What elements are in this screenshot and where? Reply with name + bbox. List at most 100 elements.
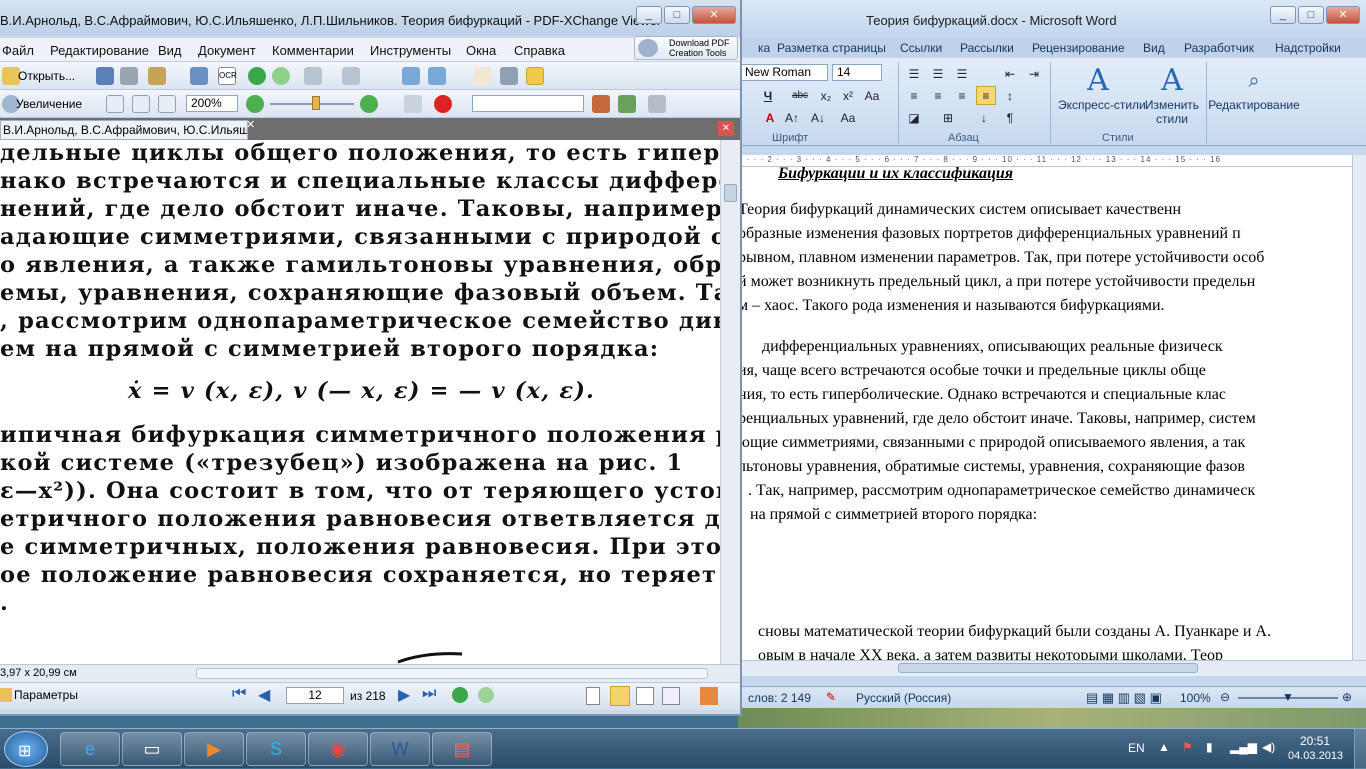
save-icon[interactable] [96,67,114,85]
snapshot-icon[interactable] [402,67,420,85]
sort-icon[interactable]: ↓ [974,108,994,127]
spell-check-icon[interactable] [434,95,452,113]
language-status[interactable]: Русский (Россия) [856,691,951,705]
start-button[interactable]: ⊞ [4,731,48,767]
grow-font-icon[interactable]: A↑ [782,108,802,127]
font-color-icon[interactable]: A [760,108,780,127]
menu-view[interactable]: Вид [158,43,182,58]
zoom-out-icon[interactable]: ⊖ [1220,690,1230,704]
numbering-icon[interactable]: ☰ [928,64,948,83]
chrome-icon[interactable]: ◉ [308,732,368,766]
view-buttons-icon[interactable]: ▤ ▦ ▥ ▧ ▣ [1086,690,1162,706]
continuous-facing-icon[interactable] [662,687,680,705]
word-document-area[interactable]: Бифуркации и их классификация Теория биф… [738,167,1352,660]
forward-icon[interactable] [272,67,290,85]
justify-icon[interactable]: ≡ [976,86,996,105]
fit-width-icon[interactable] [158,95,176,113]
align-left-icon[interactable]: ≡ [904,86,924,105]
menu-file[interactable]: Файл [2,43,34,58]
zoom-slider-thumb[interactable] [312,96,320,110]
shading-icon[interactable]: ◪ [904,108,924,127]
nav-forward-icon[interactable] [478,687,494,703]
word-vertical-scrollbar[interactable] [1352,155,1366,660]
tab-insert[interactable]: ка [758,41,770,55]
font-size-box[interactable]: 14 [832,64,882,81]
strikethrough-button[interactable]: abc [790,86,810,105]
change-case-icon[interactable]: Aa [862,86,882,105]
language-indicator[interactable]: EN [1128,741,1145,755]
subscript-button[interactable]: x₂ [816,86,836,105]
word-horizontal-scrollbar[interactable] [738,660,1366,676]
download-pdf-tools-button[interactable]: Download PDF Creation Tools [634,36,738,60]
word-taskbar-icon[interactable]: W [370,732,430,766]
menu-windows[interactable]: Окна [466,43,496,58]
underline-button[interactable]: Ч [758,86,778,105]
redo-icon[interactable] [342,67,360,85]
export-icon[interactable] [428,67,446,85]
search-input[interactable] [472,95,584,112]
font-name-box[interactable]: New Roman [740,64,828,81]
borders-icon[interactable]: ⊞ [938,108,958,127]
bullets-icon[interactable]: ☰ [904,64,924,83]
menu-help[interactable]: Справка [514,43,565,58]
pdf-hscroll-thumb[interactable] [196,668,708,679]
zoom-level[interactable]: 100% [1180,691,1211,705]
first-page-icon[interactable]: ⏮ [232,685,246,703]
media-player-icon[interactable]: ▶ [184,732,244,766]
properties-icon[interactable] [190,67,208,85]
volume-icon[interactable]: ◀) [1262,740,1275,754]
action-center-icon[interactable]: ⚑ [1182,740,1193,754]
back-icon[interactable] [248,67,266,85]
multilevel-list-icon[interactable]: ☰ [952,64,972,83]
tab-view[interactable]: Вид [1143,41,1165,55]
single-page-icon[interactable] [586,687,600,705]
select-text-icon[interactable] [526,67,544,85]
menu-tools[interactable]: Инструменты [370,43,451,58]
menu-comments[interactable]: Комментарии [272,43,354,58]
pdf-vertical-scrollbar[interactable] [720,140,740,664]
facing-pages-icon[interactable] [636,687,654,705]
hand-tool-icon[interactable] [474,67,492,85]
layout-tools-icon[interactable] [700,687,718,705]
tab-addins[interactable]: Надстройки [1275,41,1341,55]
next-page-icon[interactable]: ▶ [398,685,410,705]
tab-mailings[interactable]: Рассылки [960,41,1014,55]
find-icon[interactable] [404,95,422,113]
align-right-icon[interactable]: ≡ [952,86,972,105]
zoom-in-icon[interactable]: ⊕ [1342,690,1352,704]
doc-tab-close-icon[interactable]: ✕ [246,118,255,131]
increase-indent-icon[interactable]: ⇥ [1024,64,1044,83]
file-explorer-icon[interactable]: ▭ [122,732,182,766]
doc-tab-active[interactable]: В.И.Арнольд, В.С.Афраймович, Ю.С.Ильяш..… [0,120,248,140]
options-label[interactable]: Параметры [14,688,78,702]
zoom-value-box[interactable]: 200% [186,95,238,112]
options-icon[interactable] [0,688,12,702]
zoom-in-icon[interactable] [360,95,378,113]
zoom-out-icon[interactable] [246,95,264,113]
scan-icon[interactable] [148,67,166,85]
ocr-icon[interactable]: OCR [218,67,237,85]
word-minimize-button[interactable]: _ [1270,6,1296,24]
actual-size-icon[interactable] [106,95,124,113]
word-close-button[interactable]: ✕ [1326,6,1360,24]
skype-icon[interactable]: S [246,732,306,766]
word-maximize-button[interactable]: □ [1298,6,1324,24]
clock-date[interactable]: 04.03.2013 [1288,750,1343,762]
continuous-page-icon[interactable] [610,686,630,706]
undo-icon[interactable] [304,67,322,85]
tools-options-icon[interactable] [648,95,666,113]
pdf-maximize-button[interactable]: □ [664,6,690,24]
pdf-viewer-taskbar-icon[interactable]: ▤ [432,732,492,766]
network-icon[interactable]: ▂▄▆ [1230,740,1257,754]
show-marks-icon[interactable]: ¶ [1000,108,1020,127]
superscript-button[interactable]: x² [838,86,858,105]
tab-page-layout[interactable]: Разметка страницы [777,41,886,55]
shrink-font-icon[interactable]: A↓ [808,108,828,127]
word-count[interactable]: слов: 2 149 [748,691,811,705]
fit-page-icon[interactable] [132,95,150,113]
search-prev-icon[interactable] [592,95,610,113]
menu-edit[interactable]: Редактирование [50,43,149,58]
change-styles-button[interactable]: A Изменить стили [1142,64,1202,127]
close-document-icon[interactable]: ✕ [718,121,734,136]
nav-back-icon[interactable] [452,687,468,703]
